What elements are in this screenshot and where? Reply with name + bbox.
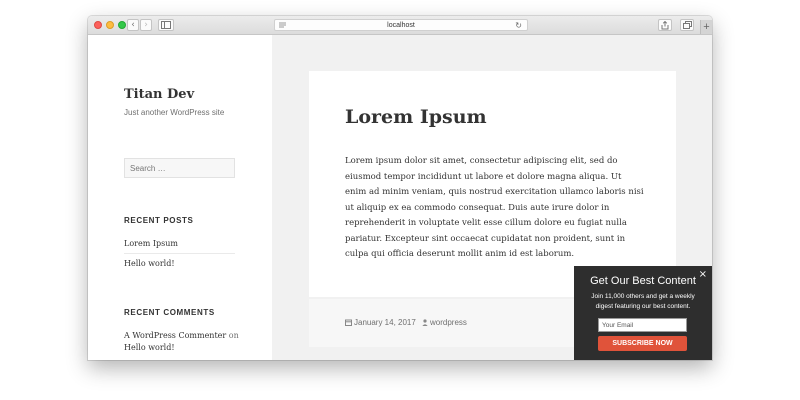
site-title[interactable]: Titan Dev (124, 87, 194, 102)
comment-on-text: on (228, 331, 239, 340)
post-author[interactable]: wordpress (422, 318, 467, 327)
popup-title: Get Our Best Content (590, 275, 696, 287)
browser-window: ‹ › localhost ↻ + Titan Dev Just another… (88, 16, 712, 360)
user-icon (422, 319, 428, 326)
comment-author-link[interactable]: A WordPress Commenter (124, 331, 226, 340)
post-author-text: wordpress (430, 318, 467, 327)
recent-posts-heading: RECENT POSTS (124, 216, 194, 225)
post-date[interactable]: January 14, 2017 (345, 318, 416, 327)
minimize-window-button[interactable] (106, 21, 114, 29)
recent-post-link[interactable]: Lorem Ipsum (124, 239, 235, 254)
share-button[interactable] (658, 19, 672, 31)
recent-comments-heading: RECENT COMMENTS (124, 308, 215, 317)
back-button[interactable]: ‹ (127, 19, 139, 31)
calendar-icon (345, 319, 352, 326)
post-date-text: January 14, 2017 (354, 318, 416, 327)
reload-icon[interactable]: ↻ (515, 20, 522, 31)
show-tabs-button[interactable] (680, 19, 694, 31)
new-tab-button[interactable]: + (700, 20, 712, 34)
subscribe-button[interactable]: SUBSCRIBE NOW (598, 336, 687, 351)
comment-post-link[interactable]: Hello world! (124, 343, 175, 352)
share-icon (661, 21, 669, 30)
zoom-window-button[interactable] (118, 21, 126, 29)
article-title: Lorem Ipsum (345, 106, 487, 128)
recent-comment: A WordPress Commenter on (124, 331, 239, 340)
article: Lorem Ipsum Lorem ipsum dolor sit amet, … (309, 71, 676, 297)
popup-description: Join 11,000 others and get a weekly dige… (591, 293, 695, 310)
sidebar-icon (161, 21, 171, 29)
close-window-button[interactable] (94, 21, 102, 29)
search-input[interactable] (124, 158, 235, 178)
site-description: Just another WordPress site (124, 108, 225, 117)
sidebar-toggle-button[interactable] (158, 19, 174, 31)
subscribe-popup: × Get Our Best Content Join 11,000 other… (574, 266, 712, 360)
tabs-icon (682, 21, 692, 29)
browser-toolbar: ‹ › localhost ↻ + (88, 16, 712, 35)
email-field[interactable] (598, 318, 687, 332)
sidebar: Titan Dev Just another WordPress site RE… (88, 35, 272, 360)
recent-post-link[interactable]: Hello world! (124, 259, 235, 268)
address-bar[interactable]: localhost ↻ (274, 19, 528, 31)
url-text: localhost (387, 22, 415, 29)
forward-button[interactable]: › (140, 19, 152, 31)
article-body: Lorem ipsum dolor sit amet, consectetur … (345, 156, 644, 259)
